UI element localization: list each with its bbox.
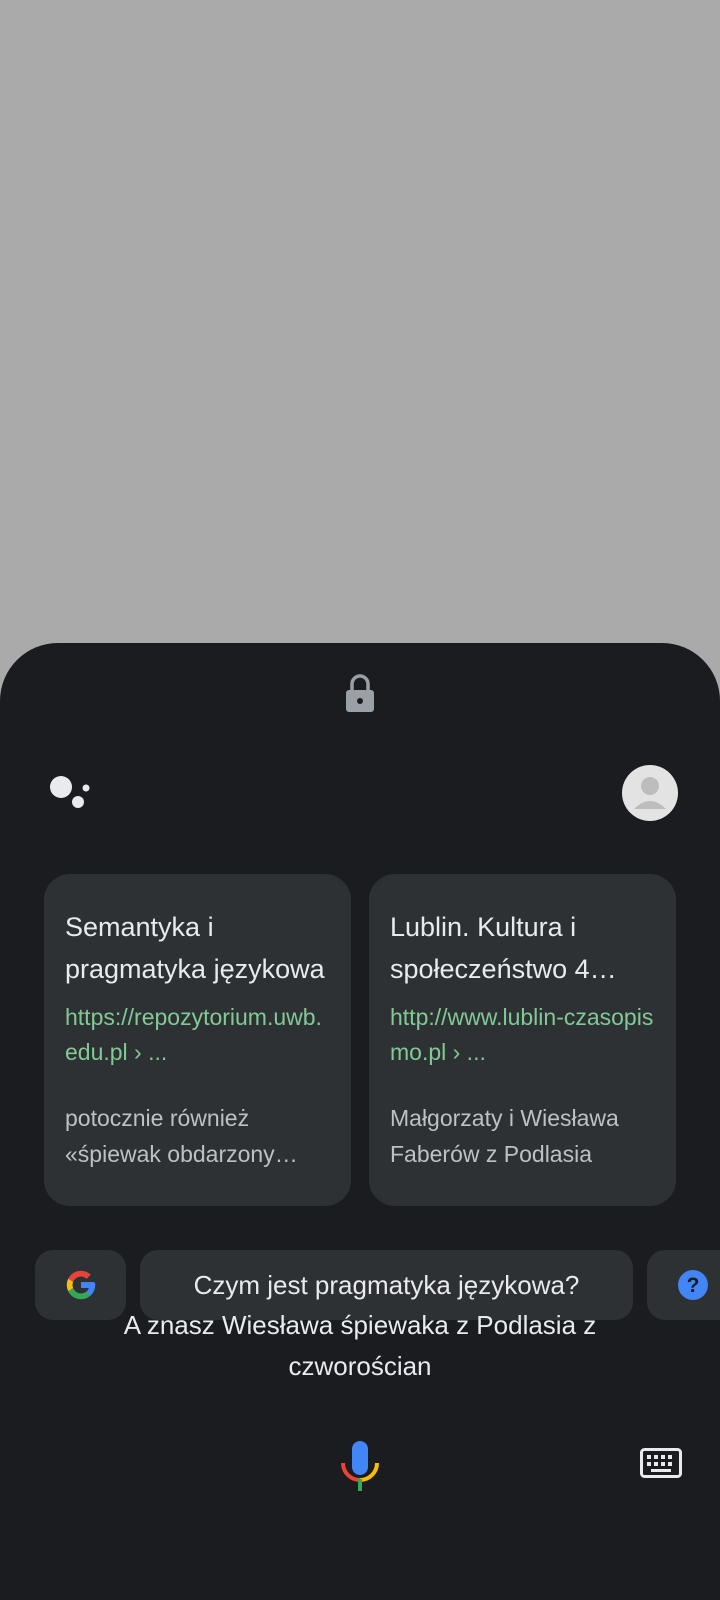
assistant-sheet: Semantyka i pragmatyka językowa https://… [0,643,720,1600]
svg-text:?: ? [687,1274,700,1297]
result-url: http://www.lublin-czasopismo.pl › ... [390,1004,654,1065]
result-card[interactable]: Lublin. Kultura i społeczeństwo 4 (2023)… [369,874,676,1206]
keyboard-icon[interactable] [640,1448,682,1478]
result-snippet: Małgorzaty i Wiesława Faberów z Podlasia [390,1105,619,1167]
help-icon: ? [678,1270,708,1300]
result-url: https://repozytorium.uwb.edu.pl › ... [65,1004,322,1065]
result-card[interactable]: Semantyka i pragmatyka językowa https://… [44,874,351,1206]
google-assistant-icon[interactable] [48,773,92,813]
account-avatar-icon[interactable] [622,765,678,821]
result-snippet: potocznie również «śpiewak obdarzony tal… [65,1105,275,1167]
suggestion-chip-label: Czym jest pragmatyka językowa? [193,1269,580,1300]
speech-transcript: A znasz Wiesława śpiewaka z Podlasia z c… [123,1310,597,1381]
search-results-carousel: Semantyka i pragmatyka językowa https://… [44,874,720,1206]
result-title: Lublin. Kultura i społeczeństwo 4 (2023) [390,912,590,984]
result-title: Semantyka i pragmatyka językowa [65,912,325,984]
lock-icon [346,674,374,712]
microphone-icon[interactable] [340,1441,380,1491]
google-g-icon [66,1270,95,1300]
